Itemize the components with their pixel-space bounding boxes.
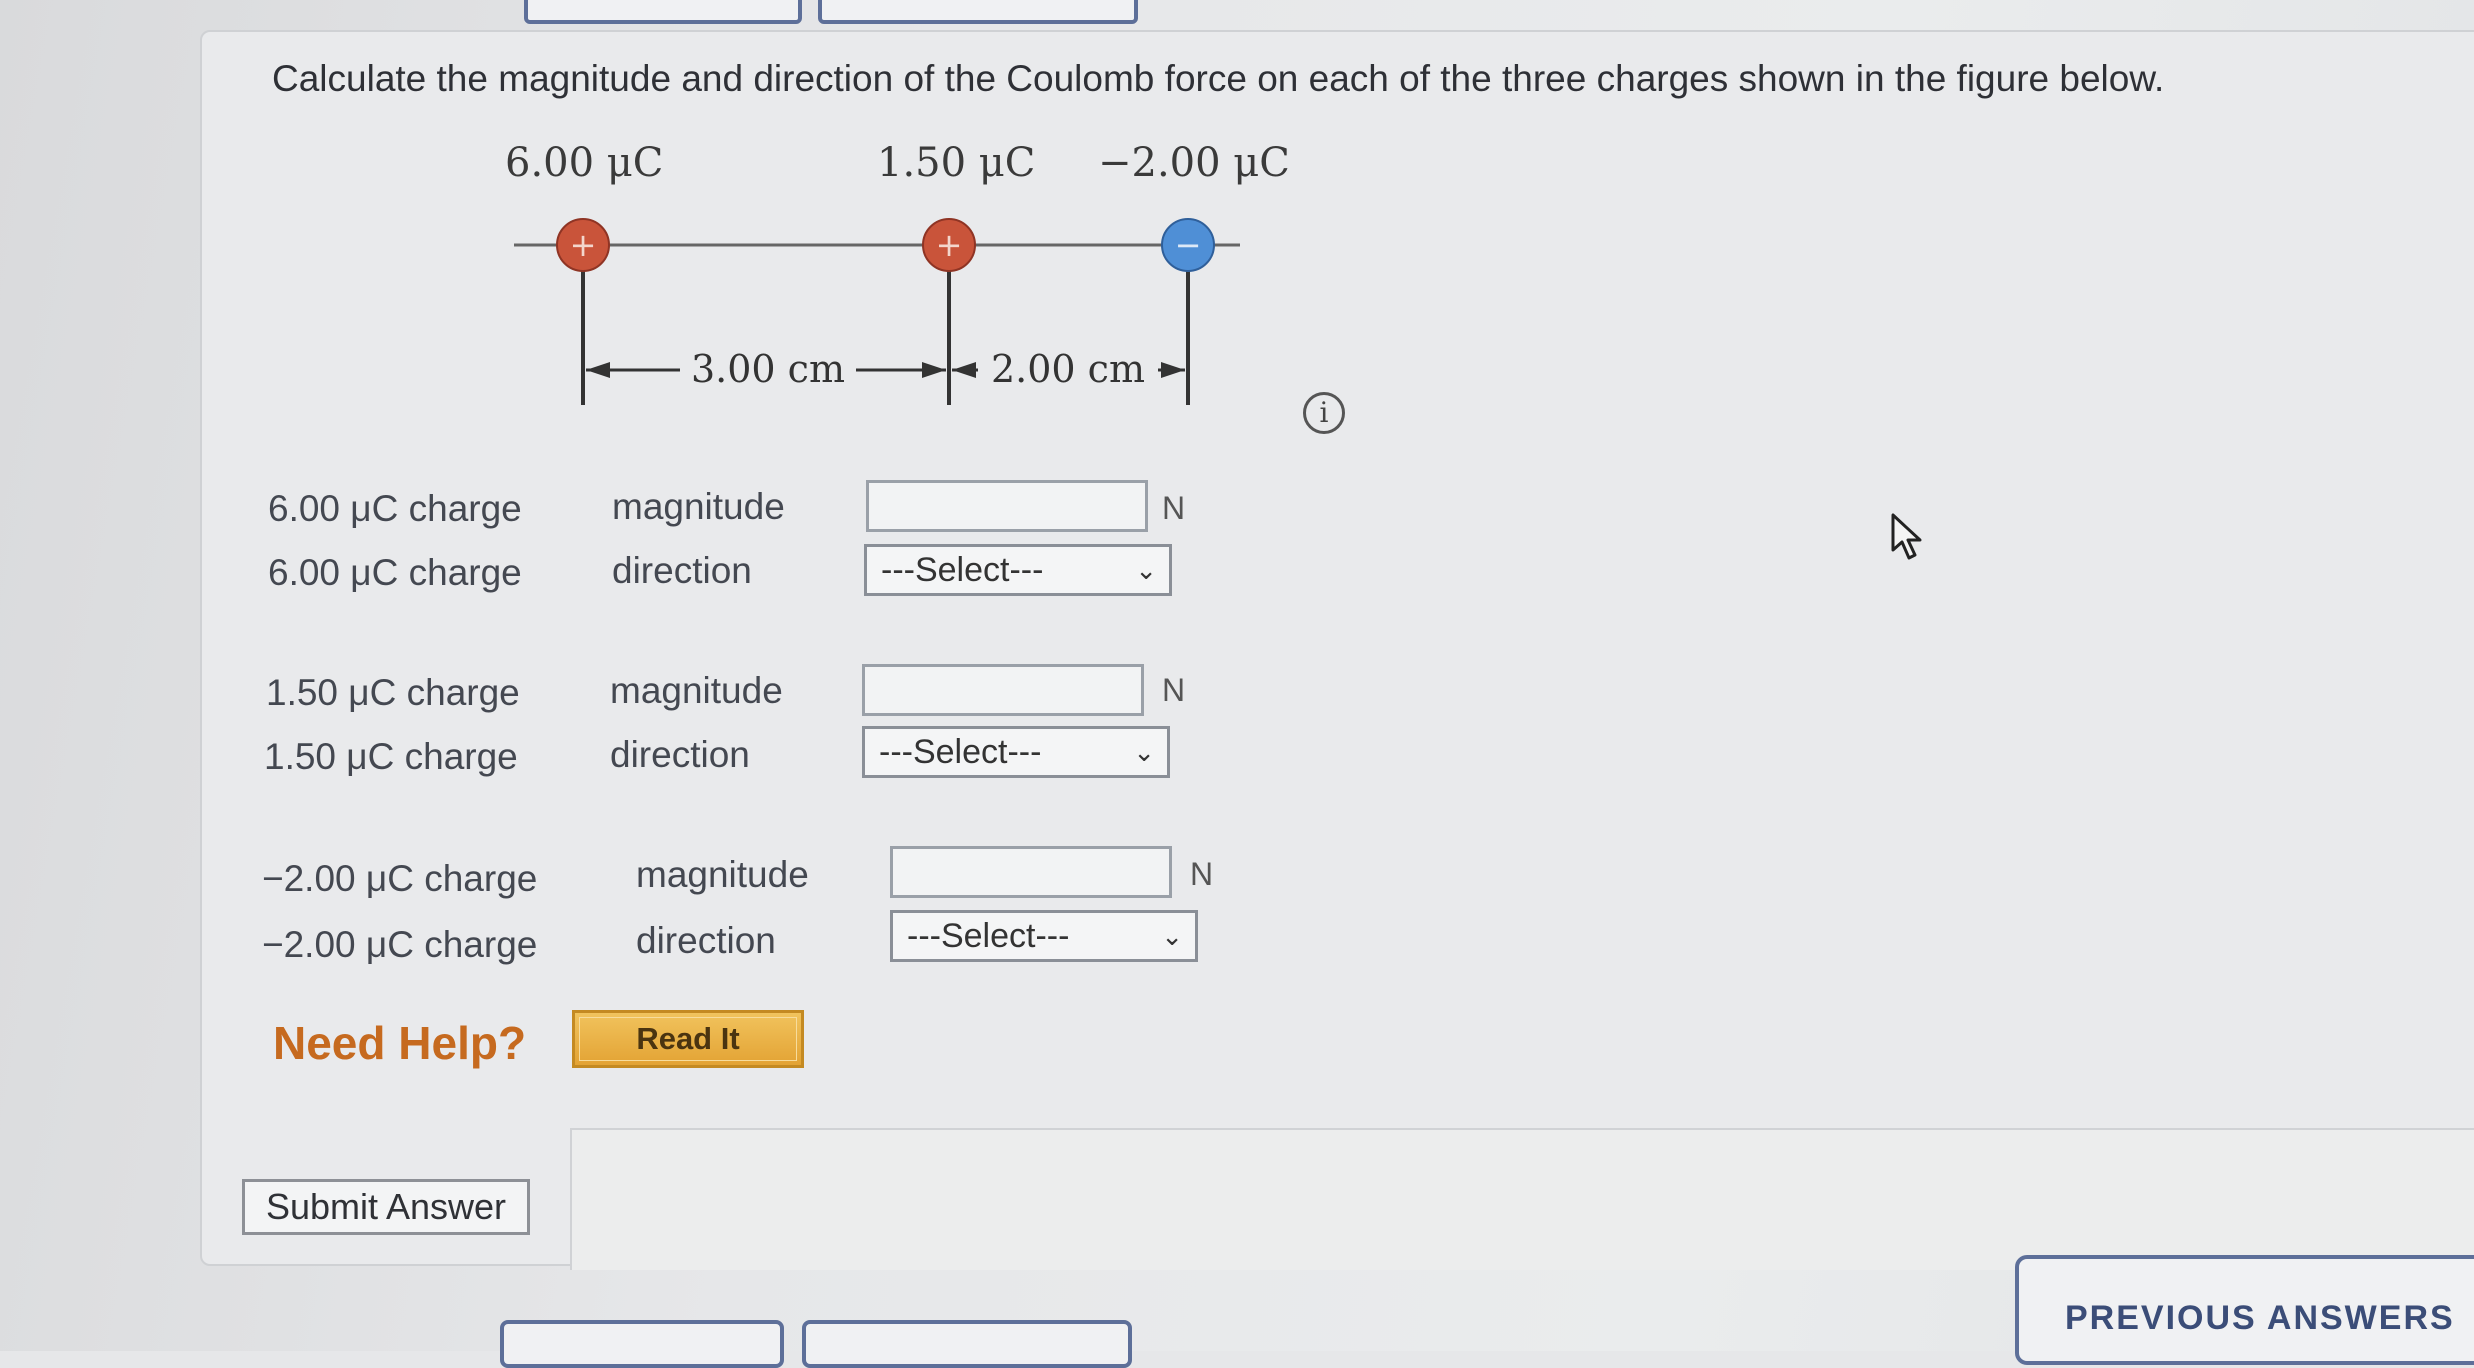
arrowhead-1a (586, 362, 610, 378)
row2-unit: N (1162, 672, 1186, 708)
submit-answer-button[interactable]: Submit Answer (242, 1179, 530, 1235)
work-area (570, 1128, 2474, 1270)
charge-sign-3: − (1175, 226, 1202, 264)
row3-direction-selected: ---Select--- (907, 917, 1070, 955)
row3-magnitude-input[interactable] (890, 846, 1172, 898)
arrowhead-2b (1161, 362, 1185, 378)
row1-magnitude-word: magnitude (612, 486, 785, 527)
mouse-pointer-icon (1891, 513, 1922, 560)
row1-magnitude-input[interactable] (866, 480, 1148, 532)
need-help-label: Need Help? (273, 1017, 527, 1069)
row3-direction-select[interactable]: ---Select--- ⌄ (890, 910, 1198, 962)
row1-direction-word: direction (612, 550, 752, 591)
previous-answers-button[interactable]: PREVIOUS ANSWERS (2015, 1255, 2474, 1365)
top-nav-button-1[interactable] (524, 0, 802, 24)
info-circle-icon[interactable]: i (1303, 392, 1345, 434)
row2-direction-selected: ---Select--- (879, 733, 1042, 771)
charge-label-3: −2.00 μC (1098, 140, 1290, 186)
read-it-button[interactable]: Read It (572, 1010, 804, 1068)
chevron-down-icon: ⌄ (1135, 555, 1157, 585)
question-text: Calculate the magnitude and direction of… (272, 58, 2165, 99)
row1-direction-select[interactable]: ---Select--- ⌄ (864, 544, 1172, 596)
row1-direction-charge-label: 6.00 μC charge (268, 552, 522, 593)
read-it-inner-border (579, 1017, 797, 1061)
row3-magnitude-charge-label: −2.00 μC charge (262, 858, 538, 899)
row1-direction-selected: ---Select--- (881, 551, 1044, 589)
row2-direction-select[interactable]: ---Select--- ⌄ (862, 726, 1170, 778)
row1-unit: N (1162, 490, 1186, 526)
bottom-nav-button-1[interactable] (500, 1320, 784, 1368)
charges-diagram: + + − 3.00 cm 2.00 cm (514, 218, 1240, 405)
row2-direction-charge-label: 1.50 μC charge (264, 736, 518, 777)
row3-direction-charge-label: −2.00 μC charge (262, 924, 538, 965)
chevron-down-icon: ⌄ (1133, 737, 1155, 767)
charge-sign-1: + (570, 226, 597, 264)
row2-magnitude-input[interactable] (862, 664, 1144, 716)
row3-direction-word: direction (636, 920, 776, 961)
arrowhead-2a (952, 362, 976, 378)
top-nav-button-2[interactable] (818, 0, 1138, 24)
distance-label-1: 3.00 cm (691, 347, 845, 391)
chevron-down-icon: ⌄ (1161, 921, 1183, 951)
bottom-nav-button-2[interactable] (802, 1320, 1132, 1368)
charge-label-2: 1.50 μC (877, 140, 1036, 186)
arrowhead-1b (922, 362, 946, 378)
row2-direction-word: direction (610, 734, 750, 775)
row2-magnitude-word: magnitude (610, 670, 783, 711)
row2-magnitude-charge-label: 1.50 μC charge (266, 672, 520, 713)
row1-magnitude-charge-label: 6.00 μC charge (268, 488, 522, 529)
charge-sign-2: + (936, 226, 963, 264)
charge-label-1: 6.00 μC (505, 140, 664, 186)
row3-unit: N (1190, 856, 1214, 892)
distance-label-2: 2.00 cm (991, 347, 1145, 391)
row3-magnitude-word: magnitude (636, 854, 809, 895)
